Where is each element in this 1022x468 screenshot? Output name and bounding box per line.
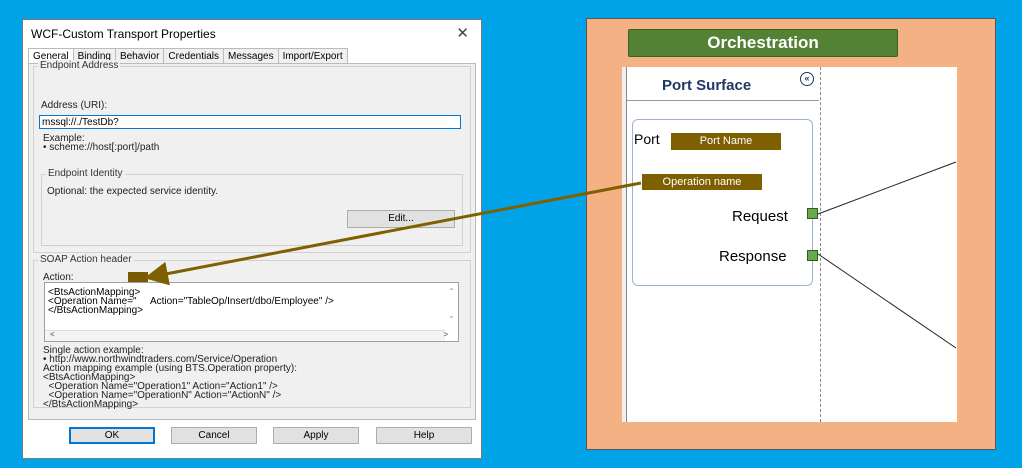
action-textarea[interactable]: <BtsActionMapping> <Operation Name=" Act…	[44, 282, 459, 342]
surface-divider	[820, 67, 821, 422]
identity-description: Optional: the expected service identity.	[47, 186, 219, 197]
scroll-right-icon[interactable]: >	[443, 330, 448, 339]
soap-action-label: SOAP Action header	[38, 254, 134, 265]
orchestration-canvas: Port Surface « Port Port Name Operation …	[622, 67, 957, 422]
action-text: <BtsActionMapping> <Operation Name=" Act…	[48, 287, 334, 316]
horizontal-scrollbar[interactable]: < >	[45, 330, 448, 341]
address-label: Address (URI):	[41, 100, 108, 111]
surface-left-border	[622, 67, 627, 422]
scroll-left-icon[interactable]: <	[50, 330, 55, 339]
port-label: Port	[634, 131, 660, 147]
surface-header-divider	[627, 100, 819, 101]
endpoint-address-label: Endpoint Address	[38, 60, 121, 71]
tab-credentials[interactable]: Credentials	[163, 48, 224, 64]
port-name-tag: Port Name	[671, 133, 781, 150]
double-chevron-left-icon[interactable]: «	[800, 72, 814, 86]
cancel-button[interactable]: Cancel	[171, 427, 257, 444]
address-input[interactable]: mssql://./TestDb?	[39, 115, 461, 129]
request-label: Request	[732, 208, 788, 225]
endpoint-identity-label: Endpoint Identity	[46, 168, 125, 179]
dialog-title: WCF-Custom Transport Properties	[31, 27, 216, 41]
operation-name-tag: Operation name	[642, 174, 762, 190]
tab-import-export[interactable]: Import/Export	[277, 48, 348, 64]
operation-name-placeholder-highlight	[128, 272, 148, 282]
response-label: Response	[719, 248, 787, 265]
example-value: • scheme://host[:port]/path	[43, 142, 160, 153]
general-tab-panel: Endpoint Address Address (URI): mssql://…	[28, 60, 476, 420]
edit-button[interactable]: Edit...	[347, 210, 455, 228]
scroll-down-icon[interactable]: ⌄	[448, 311, 455, 320]
tab-behavior[interactable]: Behavior	[114, 48, 165, 64]
request-port-connector-icon[interactable]	[807, 208, 818, 219]
orchestration-frame: Orchestration Port Surface « Port Port N…	[586, 18, 996, 450]
apply-button[interactable]: Apply	[273, 427, 359, 444]
close-icon[interactable]: ✕	[456, 24, 469, 42]
wcf-properties-dialog: WCF-Custom Transport Properties ✕ Genera…	[22, 19, 482, 459]
help-button[interactable]: Help	[376, 427, 472, 444]
tab-messages[interactable]: Messages	[223, 48, 279, 64]
port-surface-title: Port Surface	[662, 77, 752, 94]
scroll-up-icon[interactable]: ⌃	[448, 287, 455, 296]
ok-button[interactable]: OK	[69, 427, 155, 444]
response-port-connector-icon[interactable]	[807, 250, 818, 261]
orchestration-title: Orchestration	[628, 29, 898, 57]
soap-help-text: Single action example: • http://www.nort…	[43, 345, 298, 410]
